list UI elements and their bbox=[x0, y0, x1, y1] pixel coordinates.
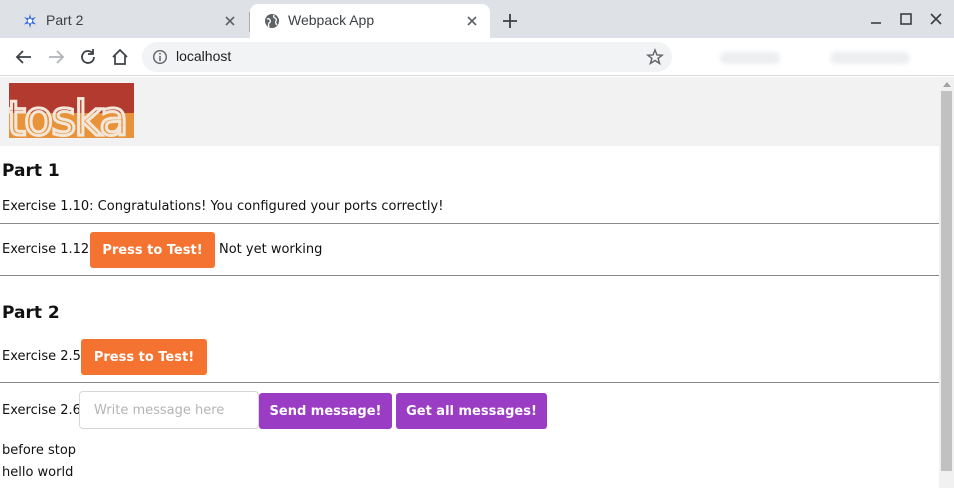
divider bbox=[0, 223, 939, 224]
exercise-1-10-text: Exercise 1.10: Congratulations! You conf… bbox=[2, 199, 444, 214]
browser-toolbar: localhost bbox=[0, 38, 954, 76]
part-1-heading: Part 1 bbox=[2, 161, 60, 181]
part-2-heading: Part 2 bbox=[2, 303, 60, 323]
scroll-up-arrow-icon[interactable] bbox=[943, 82, 951, 87]
maximize-icon[interactable] bbox=[896, 9, 916, 29]
new-tab-icon[interactable] bbox=[500, 11, 520, 31]
tab-title: Part 2 bbox=[46, 12, 84, 28]
scrollbar-thumb[interactable] bbox=[941, 91, 952, 471]
message-item: before stop bbox=[2, 443, 77, 458]
divider bbox=[0, 275, 939, 276]
tab-webpack-app[interactable]: Webpack App bbox=[250, 4, 490, 38]
extension-icon[interactable] bbox=[720, 52, 780, 64]
tab-title: Webpack App bbox=[288, 12, 375, 28]
info-icon[interactable] bbox=[152, 49, 168, 65]
exercise-2-6-label: Exercise 2.6: bbox=[2, 403, 86, 418]
get-all-messages-button[interactable]: Get all messages! bbox=[396, 393, 547, 429]
exercise-1-12-test-button[interactable]: Press to Test! bbox=[90, 232, 215, 268]
exercise-1-12-label: Exercise 1.12: bbox=[2, 242, 94, 257]
header-banner: toska bbox=[0, 77, 939, 146]
bookmark-star-icon[interactable] bbox=[646, 48, 664, 66]
forward-icon[interactable] bbox=[45, 46, 67, 68]
home-icon[interactable] bbox=[109, 46, 131, 68]
profile-area[interactable] bbox=[830, 52, 910, 64]
address-bar[interactable]: localhost bbox=[142, 42, 672, 72]
close-icon[interactable] bbox=[222, 13, 238, 29]
reload-icon[interactable] bbox=[77, 46, 99, 68]
bug-star-icon bbox=[24, 14, 36, 28]
page-scrollbar[interactable] bbox=[939, 77, 954, 488]
url-text: localhost bbox=[176, 48, 232, 64]
exercise-2-5-label: Exercise 2.5: bbox=[2, 349, 86, 364]
globe-icon bbox=[265, 14, 279, 28]
minimize-icon[interactable] bbox=[866, 9, 886, 29]
svg-text:toska: toska bbox=[9, 91, 127, 138]
tab-part-2[interactable]: Part 2 bbox=[8, 4, 248, 38]
divider bbox=[0, 382, 939, 383]
toska-logo: toska bbox=[9, 83, 134, 138]
window-close-icon[interactable] bbox=[926, 9, 946, 29]
message-input[interactable] bbox=[79, 391, 259, 429]
back-icon[interactable] bbox=[13, 46, 35, 68]
page-content: toska Part 1 Exercise 1.10: Congratulati… bbox=[0, 77, 939, 488]
tab-strip: Part 2 Webpack App bbox=[0, 0, 954, 38]
close-icon[interactable] bbox=[464, 13, 480, 29]
exercise-2-5-test-button[interactable]: Press to Test! bbox=[81, 339, 207, 375]
exercise-1-12-status: Not yet working bbox=[219, 242, 323, 257]
message-item: hello world bbox=[2, 465, 74, 480]
send-message-button[interactable]: Send message! bbox=[259, 393, 392, 429]
